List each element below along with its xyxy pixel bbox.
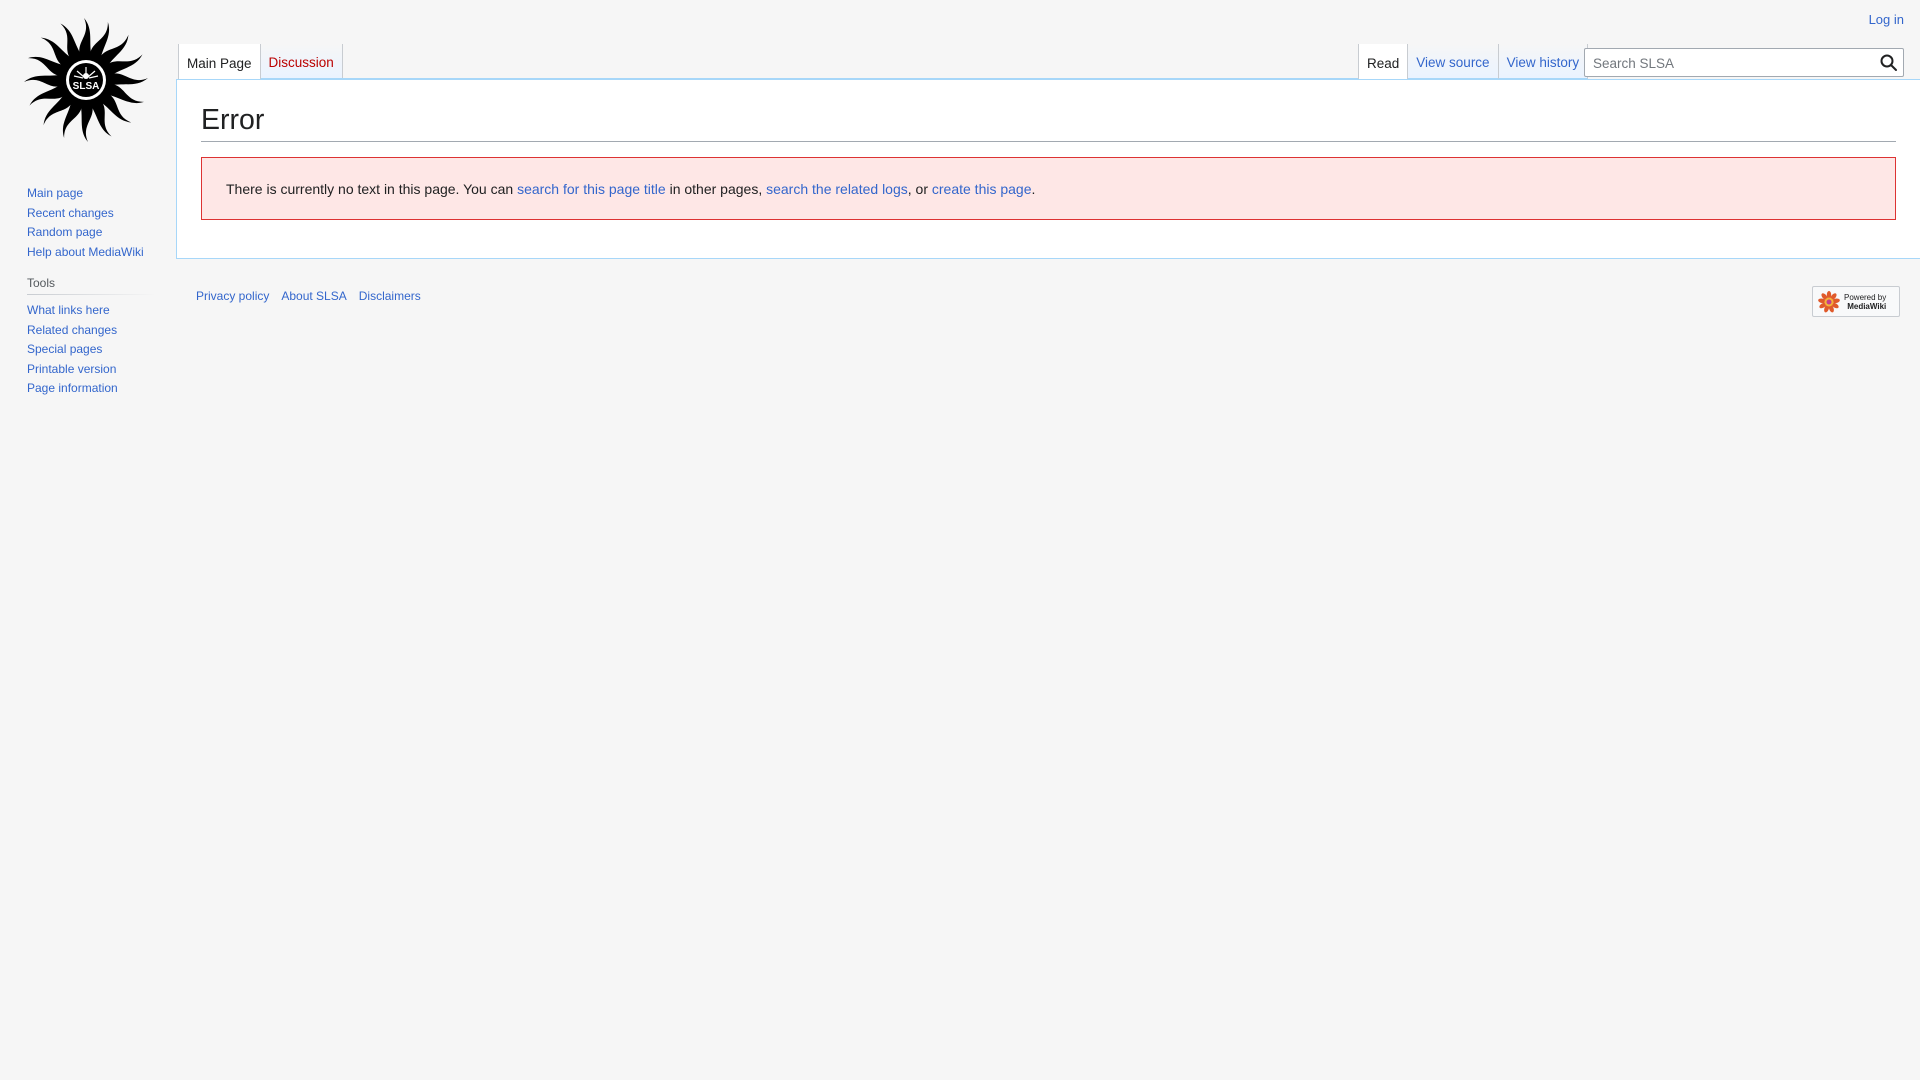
tab-view-history-label: View history	[1506, 55, 1580, 70]
tab-read-label: Read	[1367, 56, 1400, 71]
tab-discussion-label: Discussion	[268, 55, 334, 70]
personal-tools: Log in	[1869, 12, 1904, 27]
create-page-link[interactable]: create this page	[932, 181, 1032, 197]
error-text-prefix: There is currently no text in this page.…	[226, 180, 518, 197]
search-button[interactable]	[1879, 53, 1899, 73]
login-link[interactable]: Log in	[1869, 12, 1904, 27]
main-content: Error There is currently no text in this…	[176, 79, 1920, 259]
namespace-tabs: Main Page Discussion	[178, 44, 343, 79]
powered-by-line1: Powered by	[1844, 292, 1887, 302]
view-tabs: Read View source View history	[1358, 44, 1589, 79]
sidebar-item-page-information[interactable]: Page information	[27, 381, 118, 395]
search-input[interactable]	[1591, 53, 1865, 74]
search-box	[1584, 48, 1904, 77]
search-related-logs-link[interactable]: search the related logs	[766, 181, 908, 197]
sidebar-item-random-page[interactable]: Random page	[27, 225, 102, 239]
tab-view-source-label: View source	[1416, 55, 1490, 70]
sidebar-item-help[interactable]: Help about MediaWiki	[27, 245, 144, 259]
error-message: There is currently no text in this page.…	[226, 181, 1035, 197]
sidebar-item-recent-changes[interactable]: Recent changes	[27, 206, 114, 220]
error-text-middle: in other pages,	[665, 180, 767, 197]
tab-view-source[interactable]: View source	[1408, 44, 1499, 79]
tab-read[interactable]: Read	[1358, 44, 1409, 79]
tools-list: What links here Related changes Special …	[27, 301, 157, 399]
error-message-box: There is currently no text in this page.…	[201, 157, 1896, 220]
site-logo[interactable]: SLSA	[18, 12, 154, 148]
sidebar-item-special-pages[interactable]: Special pages	[27, 342, 102, 356]
tab-main-page-label: Main Page	[187, 56, 252, 71]
sidebar-item-what-links-here[interactable]: What links here	[27, 303, 110, 317]
powered-by-mediawiki-badge[interactable]: Powered by MediaWiki	[1812, 286, 1900, 317]
footer-links: Privacy policy About SLSA Disclaimers	[196, 289, 421, 303]
sidebar-item-related-changes[interactable]: Related changes	[27, 323, 117, 337]
page-title: Error	[201, 102, 1896, 143]
tools-heading: Tools	[27, 276, 155, 295]
footer-privacy-policy-link[interactable]: Privacy policy	[196, 289, 269, 303]
footer-disclaimers-link[interactable]: Disclaimers	[359, 289, 421, 303]
tab-discussion[interactable]: Discussion	[260, 44, 343, 79]
search-page-title-link[interactable]: search for this page title	[517, 181, 666, 197]
navigation-list: Main page Recent changes Random page Hel…	[27, 184, 157, 262]
powered-by-text: Powered by MediaWiki	[1844, 293, 1886, 311]
tab-view-history[interactable]: View history	[1498, 44, 1589, 79]
sidebar-item-printable-version[interactable]: Printable version	[27, 362, 116, 376]
tab-main-page[interactable]: Main Page	[178, 44, 261, 79]
error-text-or: , or	[907, 180, 932, 197]
sun-logo-icon: SLSA	[24, 18, 148, 142]
sidebar-item-main-page[interactable]: Main page	[27, 186, 83, 200]
sidebar: Main page Recent changes Random page Hel…	[27, 184, 157, 399]
footer-about-link[interactable]: About SLSA	[281, 289, 346, 303]
search-icon	[1880, 54, 1897, 71]
error-text-suffix: .	[1031, 180, 1036, 197]
logo-text: SLSA	[73, 81, 100, 92]
powered-by-line2: MediaWiki	[1847, 301, 1887, 311]
mediawiki-flower-icon	[1818, 290, 1840, 312]
